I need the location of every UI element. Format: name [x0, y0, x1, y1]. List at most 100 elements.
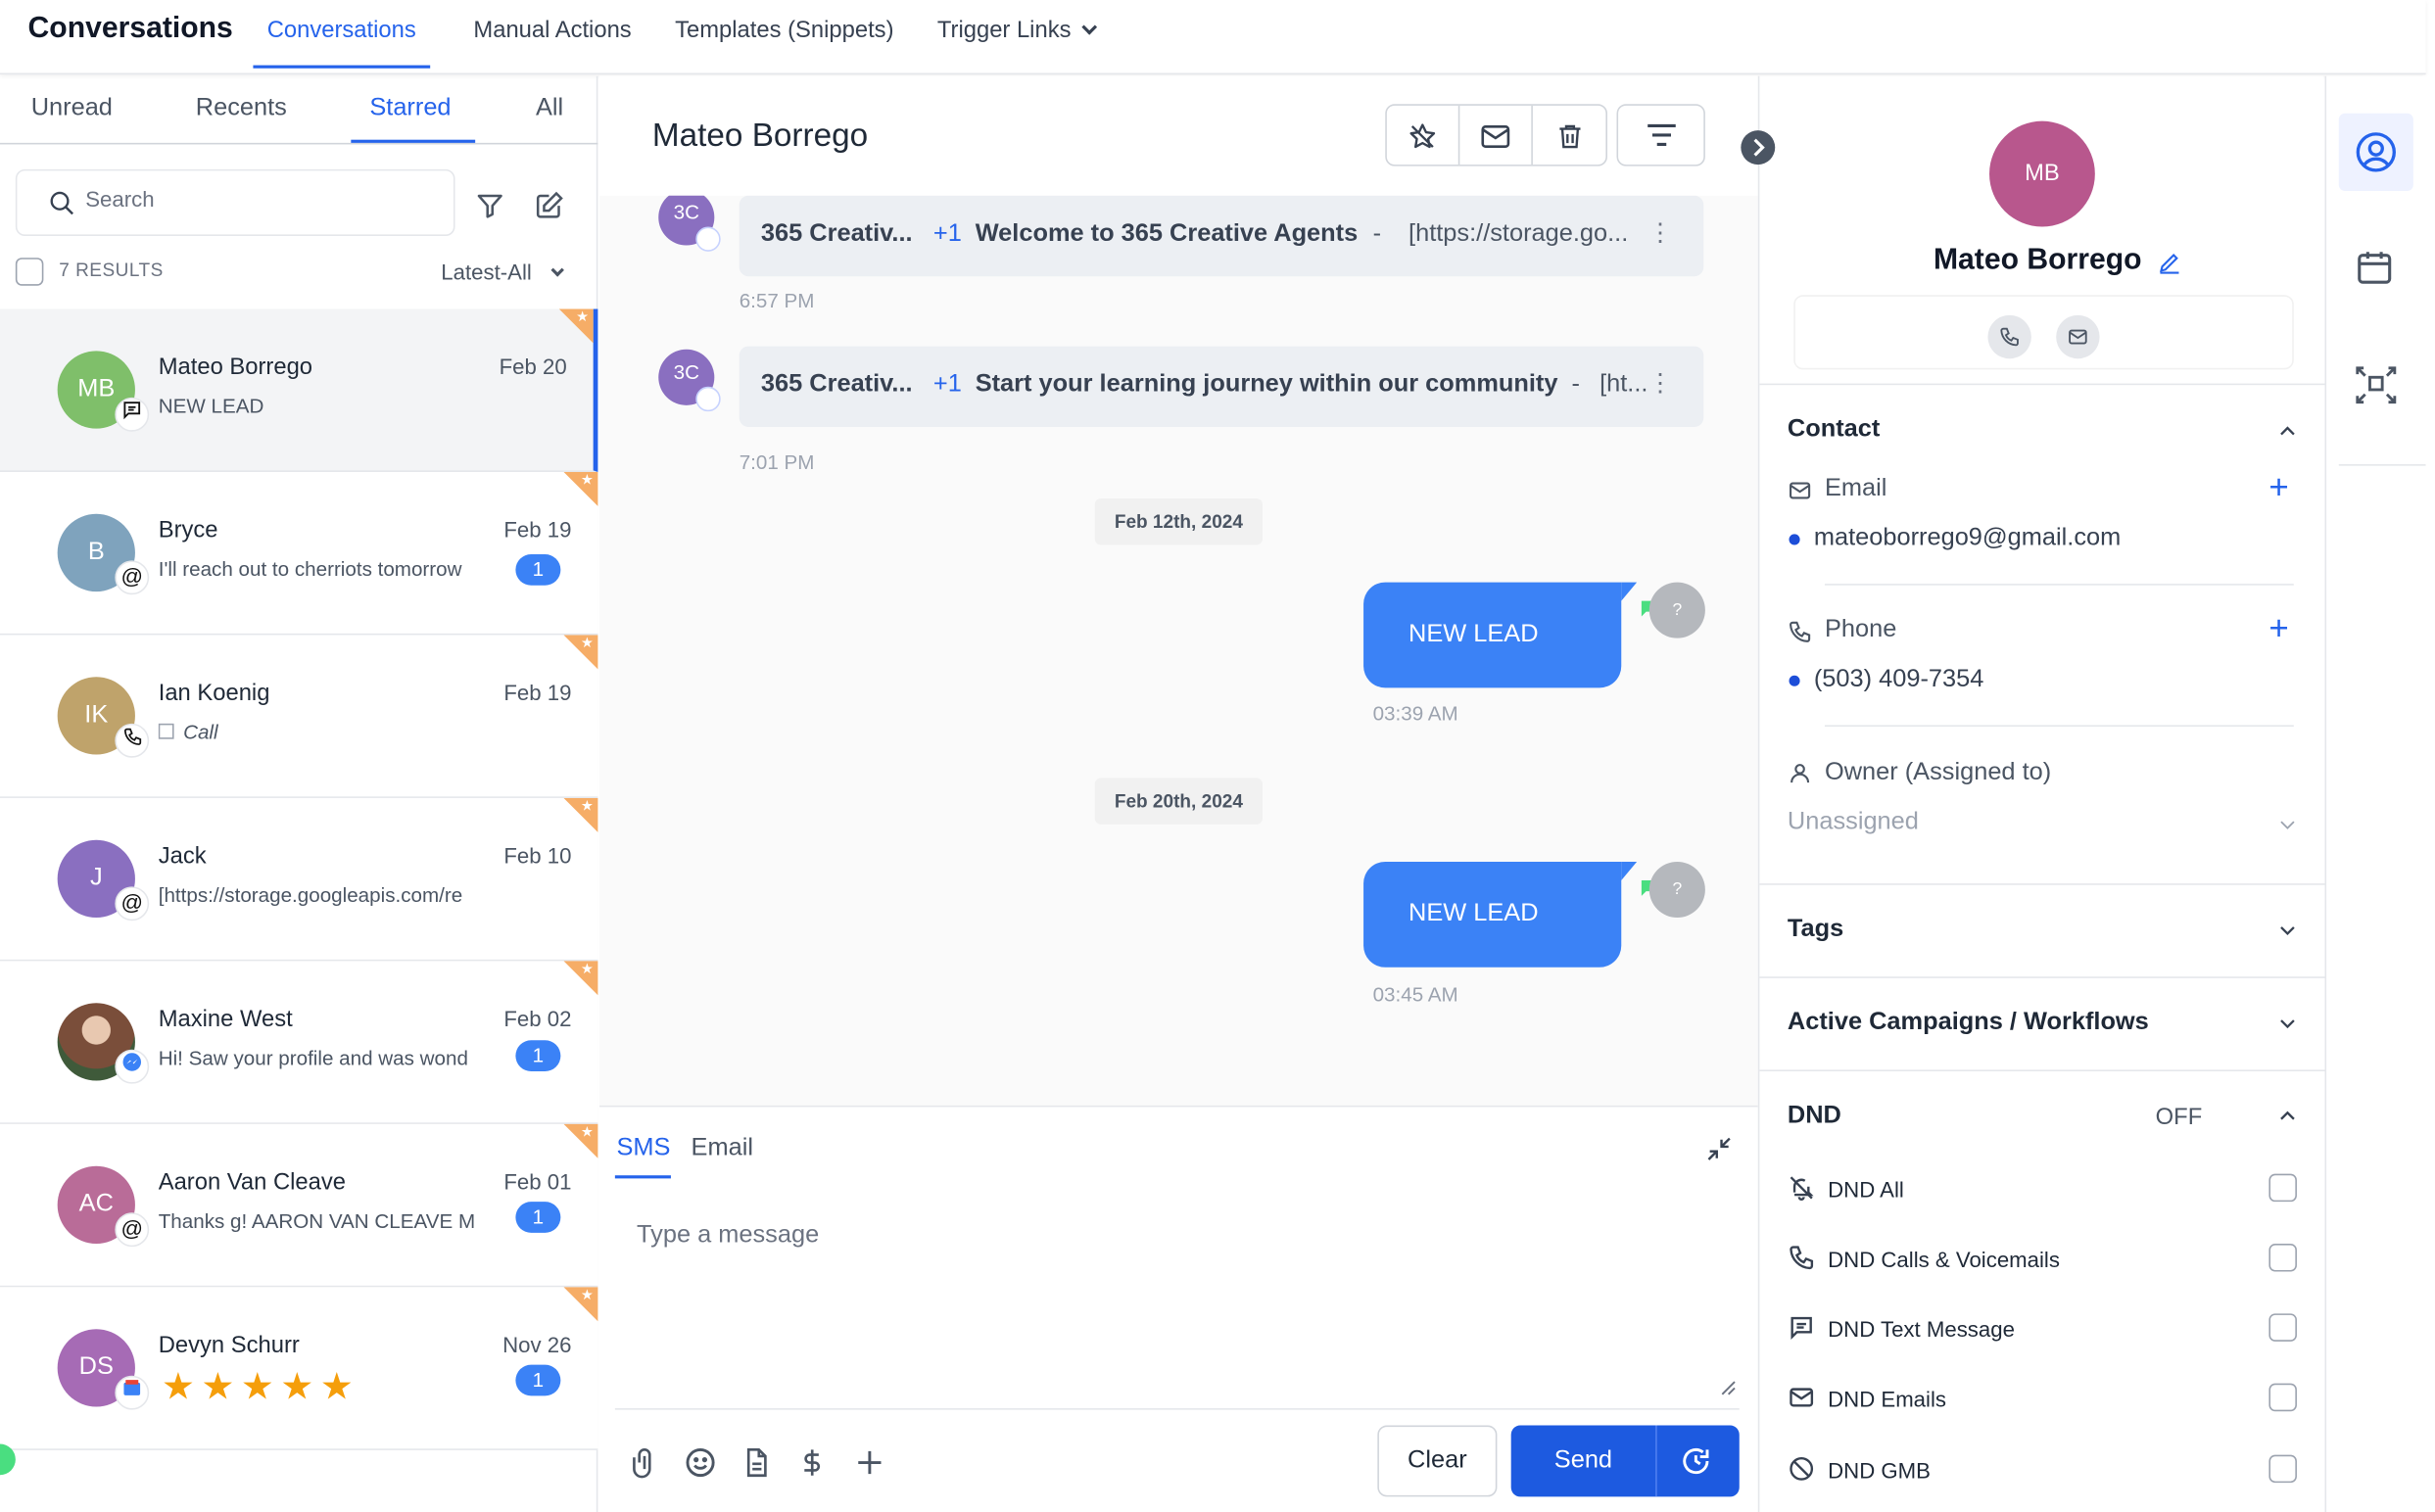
- mark-unread-button[interactable]: [1459, 105, 1533, 165]
- nav-conversations[interactable]: Conversations: [253, 0, 431, 69]
- gmb-icon: [115, 1375, 150, 1410]
- dnd-gmb-checkbox[interactable]: [2268, 1454, 2297, 1484]
- filter-icon[interactable]: [475, 191, 504, 220]
- more-options-icon[interactable]: ⋮: [1647, 368, 1672, 400]
- select-all-checkbox[interactable]: [15, 258, 44, 286]
- outgoing-message[interactable]: NEW LEAD: [1363, 861, 1638, 968]
- attachment-icon[interactable]: [629, 1445, 660, 1480]
- template-icon[interactable]: [740, 1445, 772, 1480]
- search-box: [15, 168, 455, 236]
- conversation-item[interactable]: ★ MB Mateo Borrego Feb 20 NEW LEAD: [0, 308, 598, 472]
- composer-tab-sms[interactable]: SMS: [616, 1135, 670, 1163]
- add-email-button[interactable]: +: [2268, 467, 2288, 507]
- tab-starred[interactable]: Starred: [369, 95, 451, 123]
- message-input[interactable]: [614, 1205, 1740, 1405]
- chat-panel: Mateo Borrego 3C 365 Creativ... +1 Welco…: [599, 75, 1776, 1512]
- tab-unread[interactable]: Unread: [31, 95, 113, 123]
- chevron-down-icon[interactable]: [2276, 814, 2298, 835]
- conversation-item[interactable]: ★ DS Devyn Schurr Nov 26 ★★★★★ 1: [0, 1287, 598, 1450]
- sort-select[interactable]: Latest-All: [441, 260, 565, 284]
- conversation-item[interactable]: ★ IK Ian Koenig Feb 19 Call: [0, 635, 598, 798]
- starred-corner-icon: ★: [563, 1123, 598, 1158]
- contact-section-title[interactable]: Contact: [1788, 416, 1880, 445]
- collapse-panel-button[interactable]: [1741, 130, 1776, 165]
- conversation-item[interactable]: ★ J @ Jack Feb 10 [https://storage.googl…: [0, 797, 598, 962]
- chevron-up-icon[interactable]: [2276, 421, 2298, 443]
- chevron-down-icon[interactable]: [2276, 920, 2298, 941]
- workflow-network-icon[interactable]: [2355, 365, 2398, 405]
- star-button[interactable]: [1387, 105, 1460, 165]
- starred-corner-icon: ★: [563, 961, 598, 996]
- tags-section-title[interactable]: Tags: [1788, 916, 1843, 944]
- contact-name: Ian Koenig: [158, 680, 270, 707]
- email-separator: -: [1372, 220, 1382, 248]
- conversation-item[interactable]: ★ Maxine West Feb 02 Hi! Saw your profil…: [0, 961, 598, 1124]
- nav-templates[interactable]: Templates (Snippets): [675, 0, 893, 69]
- message-composer: SMS Email Clear Send: [599, 1105, 1758, 1512]
- nav-manual-actions[interactable]: Manual Actions: [473, 0, 631, 69]
- top-nav: Conversations Manual Actions Templates (…: [253, 0, 1138, 74]
- email-button[interactable]: [2056, 314, 2100, 359]
- dnd-gmb-label: DND GMB: [1828, 1457, 1931, 1484]
- conversation-date: Feb 20: [499, 354, 567, 379]
- call-button[interactable]: [1987, 314, 2031, 359]
- dnd-section-title[interactable]: DND: [1788, 1103, 1841, 1131]
- minimize-icon[interactable]: [1705, 1135, 1734, 1163]
- dnd-calls-row: DND Calls & Voicemails: [1788, 1241, 2300, 1278]
- calendar-icon[interactable]: [2355, 247, 2395, 287]
- sort-lines-icon: [1647, 123, 1675, 147]
- payment-dollar-icon[interactable]: [796, 1445, 828, 1480]
- conversation-date: Feb 19: [503, 680, 572, 705]
- sender-avatar: ?: [1648, 861, 1705, 919]
- emoji-icon[interactable]: [684, 1445, 718, 1480]
- conversation-item[interactable]: ★ B @ Bryce Feb 19 I'll reach out to che…: [0, 471, 598, 636]
- message-preview: [https://storage.googleapis.com/re: [158, 883, 463, 907]
- resize-grip-icon[interactable]: [1721, 1381, 1737, 1396]
- chevron-down-icon[interactable]: [2276, 1013, 2298, 1034]
- starred-corner-icon: ★: [558, 308, 594, 344]
- email-message[interactable]: 365 Creativ... +1 Welcome to 365 Creativ…: [739, 195, 1704, 277]
- nav-trigger-links-label: Trigger Links: [936, 17, 1072, 44]
- contact-details-panel: MB Mateo Borrego Contact Email + mateobo…: [1757, 75, 2325, 1512]
- email-sender: 365 Creativ...: [760, 220, 913, 248]
- user-circle-icon[interactable]: [2355, 130, 2398, 173]
- add-icon[interactable]: [852, 1445, 886, 1480]
- dnd-text-checkbox[interactable]: [2268, 1313, 2297, 1342]
- tab-all[interactable]: All: [536, 95, 563, 123]
- owner-select[interactable]: Unassigned: [1788, 809, 1919, 837]
- dnd-calls-checkbox[interactable]: [2268, 1243, 2297, 1272]
- add-phone-button[interactable]: +: [2268, 609, 2288, 649]
- phone-icon: [115, 723, 150, 758]
- message-filter-button[interactable]: [1616, 104, 1705, 166]
- email-message[interactable]: 365 Creativ... +1 Start your learning jo…: [739, 346, 1704, 428]
- chevron-down-icon: [551, 263, 565, 277]
- outgoing-message[interactable]: NEW LEAD: [1363, 582, 1638, 688]
- phone-icon: [1790, 1246, 1814, 1270]
- date-divider: Feb 12th, 2024: [1094, 497, 1264, 545]
- search-input[interactable]: [85, 186, 428, 212]
- edit-pencil-icon[interactable]: [2157, 250, 2181, 274]
- campaigns-section-title[interactable]: Active Campaigns / Workflows: [1788, 1010, 2149, 1038]
- conversation-list-panel: Unread Recents Starred All 7 RESULTS Lat…: [0, 75, 598, 1512]
- nav-trigger-links[interactable]: Trigger Links: [936, 0, 1097, 69]
- quick-actions: [1793, 295, 2294, 370]
- tab-recents[interactable]: Recents: [196, 95, 287, 123]
- dnd-all-checkbox[interactable]: [2268, 1173, 2297, 1203]
- send-button[interactable]: Send: [1511, 1425, 1655, 1496]
- email-subject: Welcome to 365 Creative Agents: [975, 220, 1359, 248]
- delete-button[interactable]: [1533, 106, 1606, 165]
- schedule-clock-icon[interactable]: [1679, 1444, 1713, 1479]
- phone-value[interactable]: (503) 409-7354: [1814, 666, 1983, 694]
- compose-icon[interactable]: [534, 191, 563, 220]
- email-value[interactable]: mateoborrego9@gmail.com: [1814, 525, 2121, 553]
- clear-button[interactable]: Clear: [1377, 1425, 1498, 1497]
- section-divider: [1759, 976, 2325, 978]
- email-separator: -: [1571, 370, 1580, 398]
- more-options-icon[interactable]: ⋮: [1647, 217, 1672, 249]
- composer-tab-email[interactable]: Email: [692, 1135, 753, 1163]
- conversation-item[interactable]: ★ AC @ Aaron Van Cleave Feb 01 Thanks g!…: [0, 1123, 598, 1288]
- dnd-emails-checkbox[interactable]: [2268, 1383, 2297, 1412]
- message-preview: Thanks g! AARON VAN CLEAVE Ma: [158, 1209, 476, 1233]
- chevron-up-icon[interactable]: [2276, 1106, 2298, 1127]
- chat-actions: [1385, 104, 1607, 166]
